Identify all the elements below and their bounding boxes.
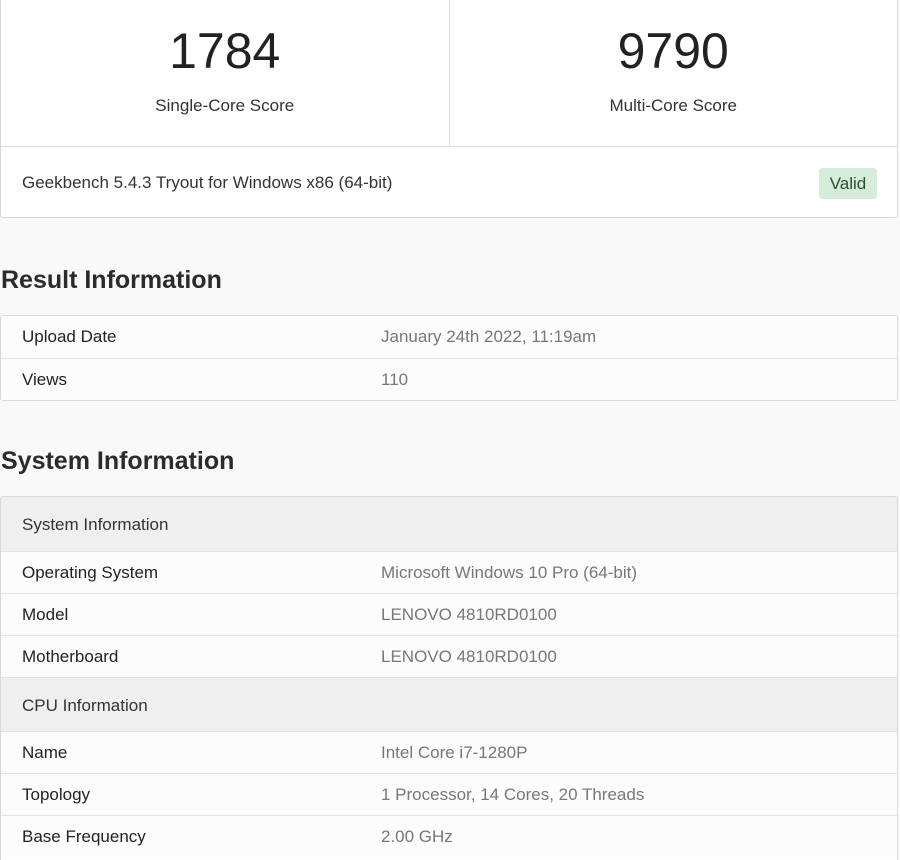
row-label: Motherboard: [22, 647, 119, 666]
table-row: Base Frequency 2.00 GHz: [1, 815, 897, 857]
multi-core-score: 9790 Multi-Core Score: [448, 0, 898, 146]
row-value: 2.00 GHz: [381, 827, 453, 846]
row-label: Operating System: [22, 563, 159, 582]
benchmark-version: Geekbench 5.4.3 Tryout for Windows x86 (…: [22, 173, 393, 192]
system-information-table: System Information Operating System Micr…: [0, 496, 898, 860]
row-label: Topology: [22, 785, 91, 804]
single-core-score-label: Single-Core Score: [155, 96, 295, 115]
multi-core-score-value: 9790: [617, 23, 729, 79]
result-information-heading: Result Information: [1, 266, 222, 294]
row-value: January 24th 2022, 11:19am: [381, 327, 597, 346]
row-value: LENOVO 4810RD0100: [381, 647, 557, 666]
group-title: System Information: [22, 515, 169, 534]
table-row: Upload Date January 24th 2022, 11:19am: [1, 316, 897, 358]
single-core-score: 1784 Single-Core Score: [1, 0, 449, 146]
table-row: Name Intel Core i7-1280P: [1, 731, 897, 773]
geekbench-result-page: 1784 Single-Core Score 9790 Multi-Core S…: [0, 0, 900, 860]
table-row: Model LENOVO 4810RD0100: [1, 593, 897, 635]
benchmark-version-row: Geekbench 5.4.3 Tryout for Windows x86 (…: [1, 147, 897, 219]
result-information-table: Upload Date January 24th 2022, 11:19am V…: [0, 315, 898, 401]
group-title: CPU Information: [22, 696, 148, 715]
row-value: LENOVO 4810RD0100: [381, 605, 557, 624]
row-label: Name: [22, 743, 68, 762]
group-header-cpu: CPU Information: [1, 677, 897, 731]
row-label: Base Frequency: [22, 827, 146, 846]
table-row: Views 110: [1, 358, 897, 400]
score-card: 1784 Single-Core Score 9790 Multi-Core S…: [0, 0, 898, 218]
row-value: Microsoft Windows 10 Pro (64-bit): [381, 563, 638, 582]
table-row: Operating System Microsoft Windows 10 Pr…: [1, 551, 897, 593]
system-information-heading: System Information: [1, 447, 235, 475]
row-value: 110: [381, 370, 409, 389]
scores-row: 1784 Single-Core Score 9790 Multi-Core S…: [1, 0, 897, 147]
table-row: Motherboard LENOVO 4810RD0100: [1, 635, 897, 677]
row-value: Intel Core i7-1280P: [381, 743, 528, 762]
status-badge: Valid: [819, 168, 877, 199]
row-label: Model: [22, 605, 69, 624]
table-row: Topology 1 Processor, 14 Cores, 20 Threa…: [1, 773, 897, 815]
group-header-system: System Information: [1, 497, 897, 551]
row-label: Views: [22, 370, 68, 389]
row-value: 1 Processor, 14 Cores, 20 Threads: [381, 785, 645, 804]
multi-core-score-label: Multi-Core Score: [609, 96, 738, 115]
single-core-score-value: 1784: [169, 23, 281, 79]
row-label: Upload Date: [22, 327, 117, 346]
